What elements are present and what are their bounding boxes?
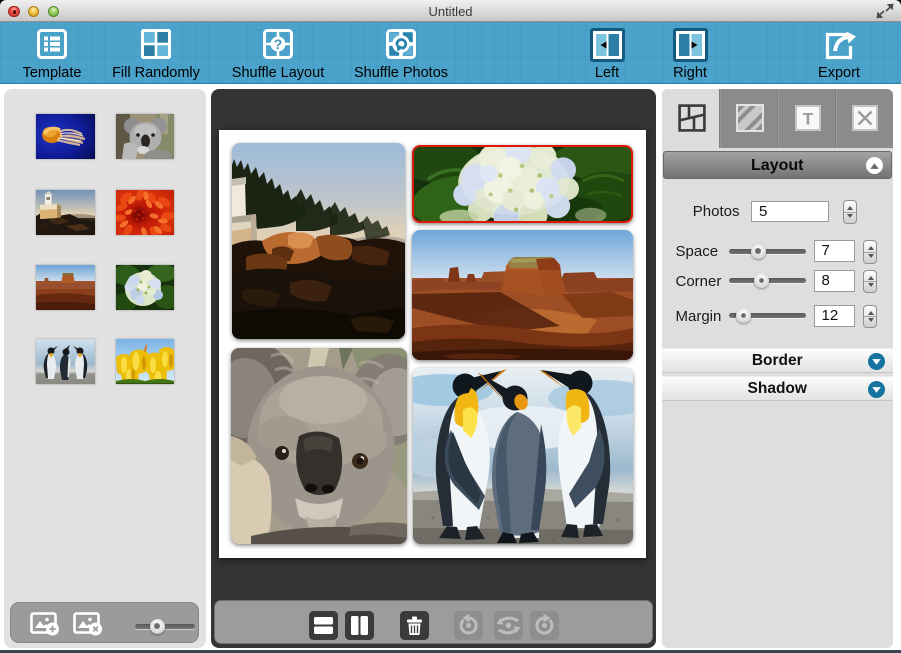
svg-text:T: T [802, 110, 813, 129]
svg-text:?: ? [274, 36, 283, 52]
